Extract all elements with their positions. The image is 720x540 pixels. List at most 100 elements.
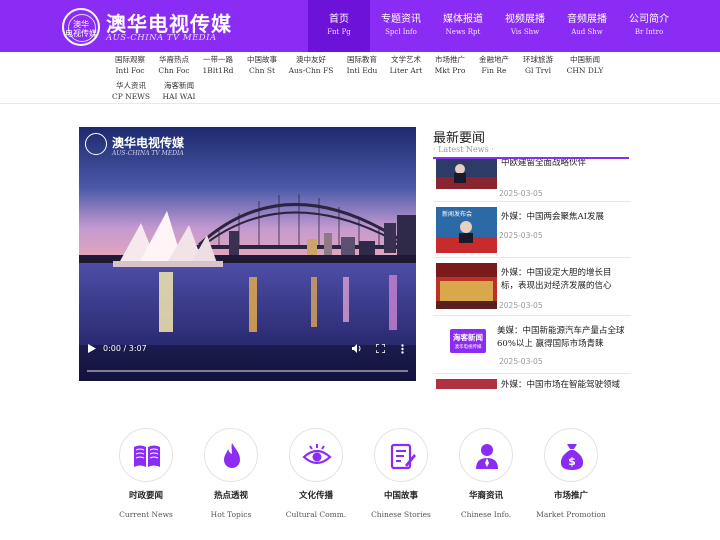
subnav-label-en: CHN DLY — [566, 66, 604, 75]
news-badge: 海客新闻 澳华电视传媒 — [450, 329, 486, 353]
subnav-item[interactable]: 市场推广 Mkt Pro — [425, 55, 475, 76]
nav-item-news-report[interactable]: 媒体报道 News Rpt — [432, 0, 494, 52]
eye-icon — [302, 444, 332, 465]
news-date: 2025-03-05 — [499, 231, 543, 240]
news-headline: 外媒：中国设定大胆的增长目标，表现出对经济发展的信心 — [501, 268, 612, 291]
header-bar: 澳华 电视传媒 澳华电视传媒 AUS-CHINA TV MEDIA 首页 Fnt … — [0, 0, 720, 52]
subnav-item[interactable]: 澳中友好 Aus-Chn FS — [286, 55, 336, 76]
news-item[interactable]: 外媒：中国市场在智能驾驶领域 — [433, 377, 631, 389]
flame-icon — [224, 443, 240, 468]
subnav-label: 一带一路 — [203, 55, 233, 64]
subnav-label-en: Intl Edu — [346, 66, 378, 75]
video-time: 0:00 / 3:07 — [103, 344, 147, 353]
subnav-label-en: Mkt Pro — [434, 66, 466, 75]
money-bag-icon: $ — [560, 444, 584, 470]
subnav-item[interactable]: 国际教育 Intl Edu — [337, 55, 387, 76]
watermark-subtitle: AUS-CHINA TV MEDIA — [112, 150, 184, 157]
subnav-item[interactable]: 环球旅游 Gl Trvl — [513, 55, 563, 76]
news-item[interactable]: 中欧建留全面战略伙伴 2025-03-05 — [433, 159, 631, 203]
subnav-label-en: Gl Trvl — [525, 66, 551, 75]
news-thumbnail — [436, 159, 497, 189]
latest-news-panel: 最新要闻 · Latest News · 中欧建留全面战略伙伴 2025-03-… — [433, 127, 631, 389]
nav-item-video-show[interactable]: 视频展播 Vis Shw — [494, 0, 556, 52]
news-badge-title: 海客新闻 — [453, 333, 483, 342]
news-badge-subtitle: 澳华电视传媒 — [454, 345, 482, 350]
subnav-label: 文学艺术 — [391, 55, 421, 64]
news-panel-title: 最新要闻 — [433, 131, 486, 146]
subnav-label: 海客新闻 — [164, 81, 194, 90]
feature-label-en: Cultural Comm. — [285, 510, 347, 519]
feature-circle — [204, 428, 258, 482]
nav-item-audio-show[interactable]: 音频展播 Aud Shw — [556, 0, 618, 52]
nav-label: 首页 — [329, 14, 349, 25]
watermark-emblem — [85, 133, 107, 155]
subnav-item[interactable]: 国际观察 Intl Foc — [105, 55, 155, 76]
play-icon[interactable] — [88, 344, 96, 353]
subnav-label: 中国新闻 — [570, 55, 600, 64]
logo-subtitle: AUS-CHINA TV MEDIA — [106, 33, 217, 43]
nav-label: 公司简介 — [629, 14, 669, 25]
svg-text:新闻发布会: 新闻发布会 — [442, 210, 472, 218]
user-icon — [476, 444, 498, 469]
subnav-label-en: Liter Art — [389, 66, 423, 75]
watermark-title: 澳华电视传媒 — [112, 136, 185, 150]
feature-label: 市场推广 — [553, 491, 588, 501]
news-item[interactable]: 外媒：中国设定大胆的增长目标，表现出对经济发展的信心 2025-03-05 — [433, 263, 631, 323]
feature-label: 时政要闻 — [128, 491, 163, 501]
video-frame-sydney-harbour — [79, 127, 416, 381]
news-date: 2025-03-05 — [499, 189, 543, 198]
nav-item-company-intro[interactable]: 公司简介 Br Intro — [618, 0, 680, 52]
subnav-label-en: Intl Foc — [115, 66, 145, 75]
subnav-item[interactable]: 海客新闻 HAI WAI — [154, 81, 204, 102]
feature-circle — [374, 428, 428, 482]
feature-circle — [119, 428, 173, 482]
news-thumbnail: 新闻发布会 — [436, 207, 497, 253]
news-separator — [433, 315, 631, 316]
subnav-item[interactable]: 金融地产 Fin Re — [469, 55, 519, 76]
fullscreen-icon[interactable] — [376, 344, 385, 353]
svg-text:$: $ — [568, 455, 576, 468]
subnav-label-en: 1Blt1Rd — [202, 66, 234, 75]
nav-label: 音频展播 — [567, 14, 607, 25]
feature-label-en: Current News — [119, 510, 173, 519]
news-item[interactable]: 新闻发布会 外媒：中国两会聚焦AI发展 2025-03-05 — [433, 207, 631, 267]
subnav-label-en: HAI WAI — [162, 92, 196, 101]
nav-label-en: Br Intro — [634, 28, 664, 36]
subnav-label-en: Fin Re — [481, 66, 507, 75]
subnav-label: 市场推广 — [435, 55, 465, 64]
nav-label-en: Aud Shw — [571, 28, 603, 36]
nav-label: 专题资讯 — [381, 14, 421, 25]
nav-label-en: Spcl Info — [385, 28, 417, 36]
news-date: 2025-03-05 — [499, 357, 543, 366]
subnav-item[interactable]: 华人资讯 CP NEWS — [106, 81, 156, 102]
subnav-item[interactable]: 文学艺术 Liter Art — [381, 55, 431, 76]
subnav-item[interactable]: 华裔热点 Chn Foc — [149, 55, 199, 76]
video-player[interactable]: 澳华电视传媒 AUS-CHINA TV MEDIA 0:00 / 3:07 — [79, 127, 416, 381]
news-headline: 中欧建留全面战略伙伴 — [501, 159, 587, 168]
news-list: 中欧建留全面战略伙伴 2025-03-05 新闻发布会 外媒：中国两会聚焦AI发… — [433, 159, 631, 389]
subnav-item[interactable]: 中国故事 Chn St — [237, 55, 287, 76]
book-icon — [134, 445, 160, 467]
subnav-label: 中国故事 — [247, 55, 277, 64]
subnav-label-en: CP NEWS — [111, 92, 151, 101]
news-headline: 外媒：中国两会聚焦AI发展 — [501, 212, 604, 222]
nav-item-home[interactable]: 首页 Fnt Pg — [308, 0, 370, 52]
nav-label-en: Vis Shw — [510, 28, 540, 36]
notepad-icon — [390, 443, 416, 470]
news-panel-subtitle: · Latest News · — [433, 145, 494, 154]
news-separator — [433, 373, 631, 374]
logo-emblem: 澳华 电视传媒 — [62, 8, 100, 46]
subnav-item[interactable]: 中国新闻 CHN DLY — [560, 55, 610, 76]
more-options-icon[interactable] — [401, 344, 404, 354]
nav-item-special-info[interactable]: 专题资讯 Spcl Info — [370, 0, 432, 52]
site-logo[interactable]: 澳华 电视传媒 澳华电视传媒 AUS-CHINA TV MEDIA — [62, 6, 231, 48]
feature-label: 热点透视 — [213, 491, 248, 501]
nav-label-en: Fnt Pg — [327, 28, 351, 36]
subnav-item[interactable]: 一带一路 1Blt1Rd — [193, 55, 243, 76]
subnav-label: 澳中友好 — [296, 55, 326, 64]
volume-icon[interactable] — [352, 344, 362, 353]
subnav-label: 金融地产 — [479, 55, 509, 64]
nav-label: 视频展播 — [505, 14, 545, 25]
video-progress-bar[interactable] — [87, 370, 408, 372]
nav-label: 媒体报道 — [443, 14, 483, 25]
